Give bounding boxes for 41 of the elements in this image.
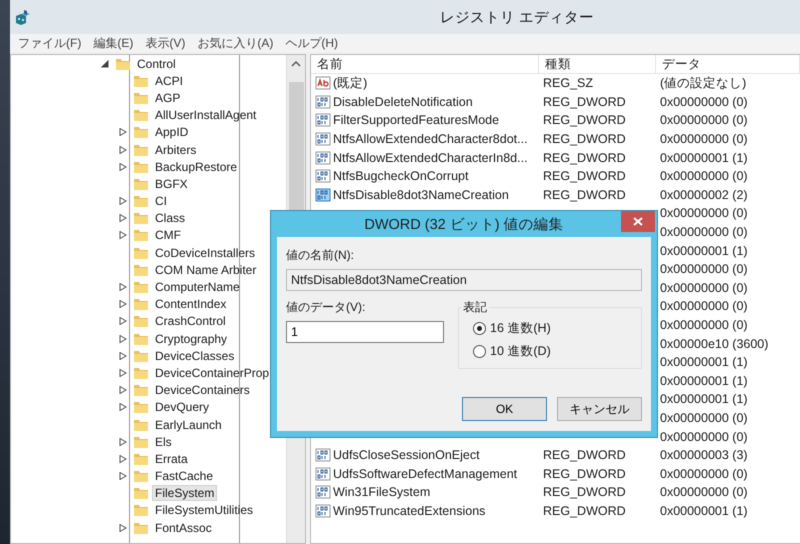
field-label: 値のデータ(V): [286,299,366,316]
value-type: REG_DWORD [542,94,626,109]
value-data: 0x00000000 (0) [659,410,748,425]
value-data: 0x00000000 (0) [659,206,748,220]
value-data: 0x00000000 (0) [659,113,748,128]
value-data: 0x00000000 (0) [659,94,748,109]
value-data: 0x00000002 (2) [659,188,748,202]
value-type: REG_DWORD [542,466,626,481]
group-label: 表記 [462,299,488,316]
window-title: レジストリ エディター [440,8,594,26]
value-data: 0x00000001 (1) [659,392,748,406]
value-data: (値の設定なし) [659,76,746,90]
value-data: 0x00000000 (0) [659,225,748,240]
value-data: 0x00000001 (1) [659,355,748,370]
value-data: 0x00000000 (0) [659,485,748,500]
value-type: REG_SZ [542,76,594,90]
value-type: REG_DWORD [542,485,626,500]
value-data: 0x00000000 (0) [659,132,748,146]
value-type: REG_DWORD [542,113,626,128]
value-data: 0x00000000 (0) [659,262,748,276]
value-data: 0x00000000 (0) [659,299,748,314]
value-type: REG_DWORD [542,504,626,518]
value-type: REG_DWORD [542,150,626,165]
value-data: 0x00000000 (0) [659,430,748,444]
value-data: 0x00000e10 (3600) [659,336,768,351]
value-data: 0x00000000 (0) [659,318,748,332]
value-data: 0x00000001 (1) [659,504,748,518]
field-label: 値の名前(N): [286,247,355,264]
value-name-field: NtfsDisable8dot3NameCreation [286,269,642,291]
value-data: 0x00000001 (1) [659,244,748,258]
dialog-title: DWORD (32 ビット) 値の編集 [364,216,564,234]
value-type: REG_DWORD [542,169,626,184]
value-data: 0x00000000 (0) [659,280,748,295]
value-data: 0x00000001 (1) [659,374,748,388]
value-data: 0x00000003 (3) [659,448,748,462]
value-data: 0x00000001 (1) [659,150,748,165]
value-data: 0x00000000 (0) [659,466,748,481]
value-data: 0x00000000 (0) [659,169,748,184]
value-type: REG_DWORD [542,448,626,462]
value-type: REG_DWORD [542,132,626,146]
value-type: REG_DWORD [542,188,626,202]
